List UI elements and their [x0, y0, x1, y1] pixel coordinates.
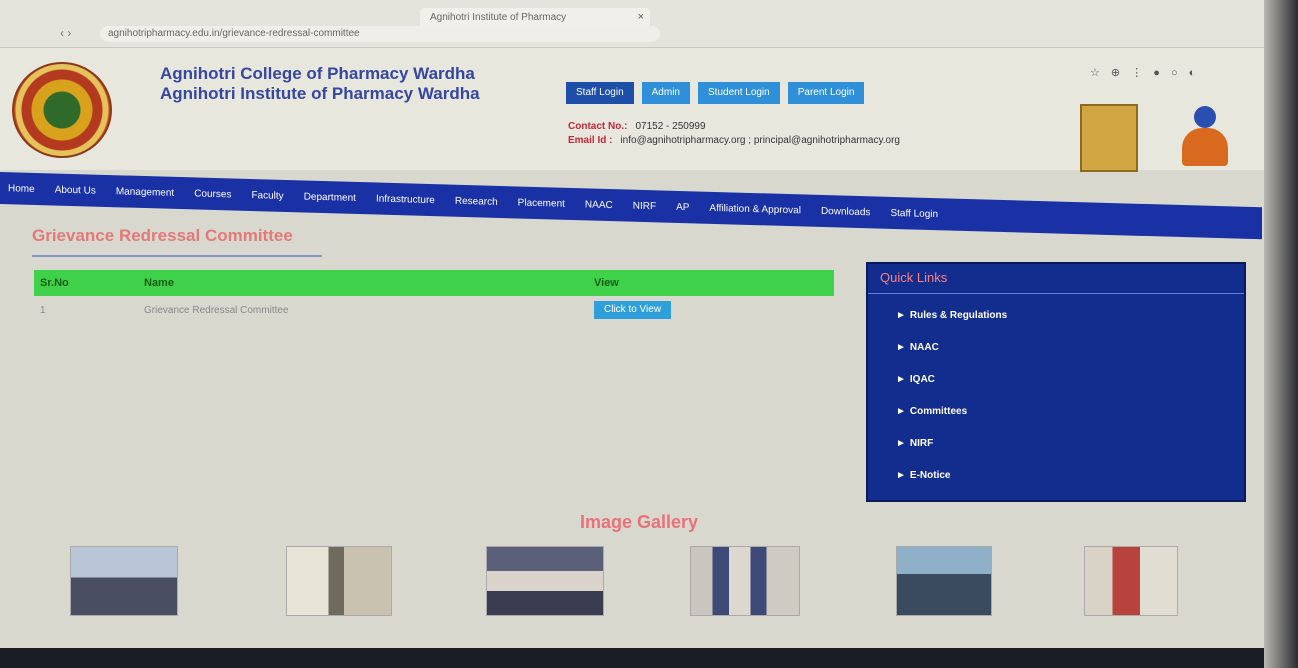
column-header-view: View	[594, 277, 619, 289]
browser-tab[interactable]: Agnihotri Institute of Pharmacy ×	[420, 8, 650, 28]
nav-naac[interactable]: NAAC	[585, 199, 613, 211]
top-button-group: Staff Login Admin Student Login Parent L…	[566, 82, 865, 104]
gallery-image-stage[interactable]	[486, 546, 604, 616]
screen-bottom-edge	[0, 648, 1298, 668]
parent-login-button[interactable]: Parent Login	[787, 82, 865, 104]
college-logo[interactable]	[12, 62, 112, 158]
admin-button[interactable]: Admin	[641, 82, 690, 104]
college-title: Agnihotri College of Pharmacy Wardha Agn…	[160, 64, 480, 104]
phone-value: 07152 - 250999	[635, 121, 706, 132]
page-title: Grievance Redressal Committee	[32, 226, 293, 245]
gallery-image-event[interactable]	[286, 546, 392, 616]
quick-link-nirf[interactable]: ► NIRF	[896, 438, 1244, 470]
address-bar[interactable]: agnihotripharmacy.edu.in/grievance-redre…	[100, 26, 660, 42]
image-gallery	[70, 546, 1190, 618]
quick-link-naac[interactable]: ► NAAC	[896, 342, 1244, 374]
arrow-right-icon: ►	[896, 310, 906, 321]
close-icon[interactable]: ×	[638, 11, 644, 23]
row-sr: 1	[40, 304, 46, 316]
contact-info: Contact No.: 07152 - 250999 Email Id : inf…	[568, 120, 900, 148]
row-name: Grievance Redressal Committee	[144, 304, 289, 316]
quick-link-enotice[interactable]: ► E-Notice	[896, 470, 1244, 502]
screen-right-edge	[1264, 0, 1298, 668]
accreditation-badge	[1080, 104, 1138, 172]
nav-infrastructure[interactable]: Infrastructure	[376, 193, 435, 206]
gallery-image-outdoor[interactable]	[896, 546, 992, 616]
arrow-right-icon: ►	[896, 374, 906, 385]
quick-link-committees[interactable]: ► Committees	[896, 406, 1244, 438]
nav-ap[interactable]: AP	[676, 201, 689, 212]
arrow-right-icon: ►	[896, 406, 906, 417]
nav-department[interactable]: Department	[304, 191, 356, 203]
column-header-name: Name	[144, 277, 174, 289]
back-forward-icon[interactable]: ‹ ›	[60, 26, 71, 40]
document-table: Sr.No Name View 1 Grievance Redressal Co…	[34, 270, 834, 324]
nav-faculty[interactable]: Faculty	[251, 190, 283, 202]
gallery-title: Image Gallery	[580, 512, 699, 532]
email-value[interactable]: info@agnihotripharmacy.org ; principal@a…	[620, 135, 900, 146]
view-document-button[interactable]: Click to View	[594, 301, 672, 319]
gallery-image-campus[interactable]	[70, 546, 178, 616]
nav-staff-login[interactable]: Staff Login	[890, 207, 938, 219]
quick-links-panel: Quick Links ► Rules & Regulations ► NAAC ►…	[866, 262, 1246, 502]
nav-about-us[interactable]: About Us	[55, 184, 96, 196]
student-login-button[interactable]: Student Login	[698, 82, 780, 104]
nav-research[interactable]: Research	[455, 195, 498, 207]
table-row: 1 Grievance Redressal Committee Click to…	[34, 296, 834, 324]
gallery-image-group[interactable]	[690, 546, 800, 616]
tab-title: Agnihotri Institute of Pharmacy	[430, 12, 567, 23]
heading-underline	[32, 255, 322, 257]
table-header: Sr.No Name View	[34, 270, 834, 296]
nav-courses[interactable]: Courses	[194, 188, 231, 200]
nav-affiliation[interactable]: Affiliation & Approval	[709, 202, 801, 216]
nav-home[interactable]: Home	[8, 183, 35, 195]
quick-link-rules[interactable]: ► Rules & Regulations	[896, 310, 1244, 342]
quick-links-list: ► Rules & Regulations ► NAAC ► IQAC ► Commit…	[868, 294, 1244, 502]
column-header-sr: Sr.No	[40, 277, 69, 289]
quick-links-title: Quick Links	[868, 264, 1244, 294]
nav-nirf[interactable]: NIRF	[633, 200, 656, 212]
arrow-right-icon: ►	[896, 438, 906, 449]
arrow-right-icon: ►	[896, 342, 906, 353]
founder-emblem	[1180, 104, 1232, 168]
email-label: Email Id :	[568, 135, 613, 146]
staff-login-button[interactable]: Staff Login	[566, 82, 634, 104]
college-name-1: Agnihotri College of Pharmacy Wardha	[160, 64, 475, 83]
college-name-2: Agnihotri Institute of Pharmacy Wardha	[160, 84, 480, 103]
arrow-right-icon: ►	[896, 470, 906, 481]
quick-link-iqac[interactable]: ► IQAC	[896, 374, 1244, 406]
browser-toolbar: Agnihotri Institute of Pharmacy × ‹ › ag…	[0, 0, 1298, 48]
gallery-image-function[interactable]	[1084, 546, 1178, 616]
nav-management[interactable]: Management	[116, 186, 174, 199]
nav-placement[interactable]: Placement	[518, 197, 565, 209]
nav-downloads[interactable]: Downloads	[821, 205, 870, 217]
phone-label: Contact No.:	[568, 121, 628, 132]
browser-extension-icons[interactable]: ☆ ⊕ ⋮ ● ○ ◐	[1090, 66, 1199, 79]
